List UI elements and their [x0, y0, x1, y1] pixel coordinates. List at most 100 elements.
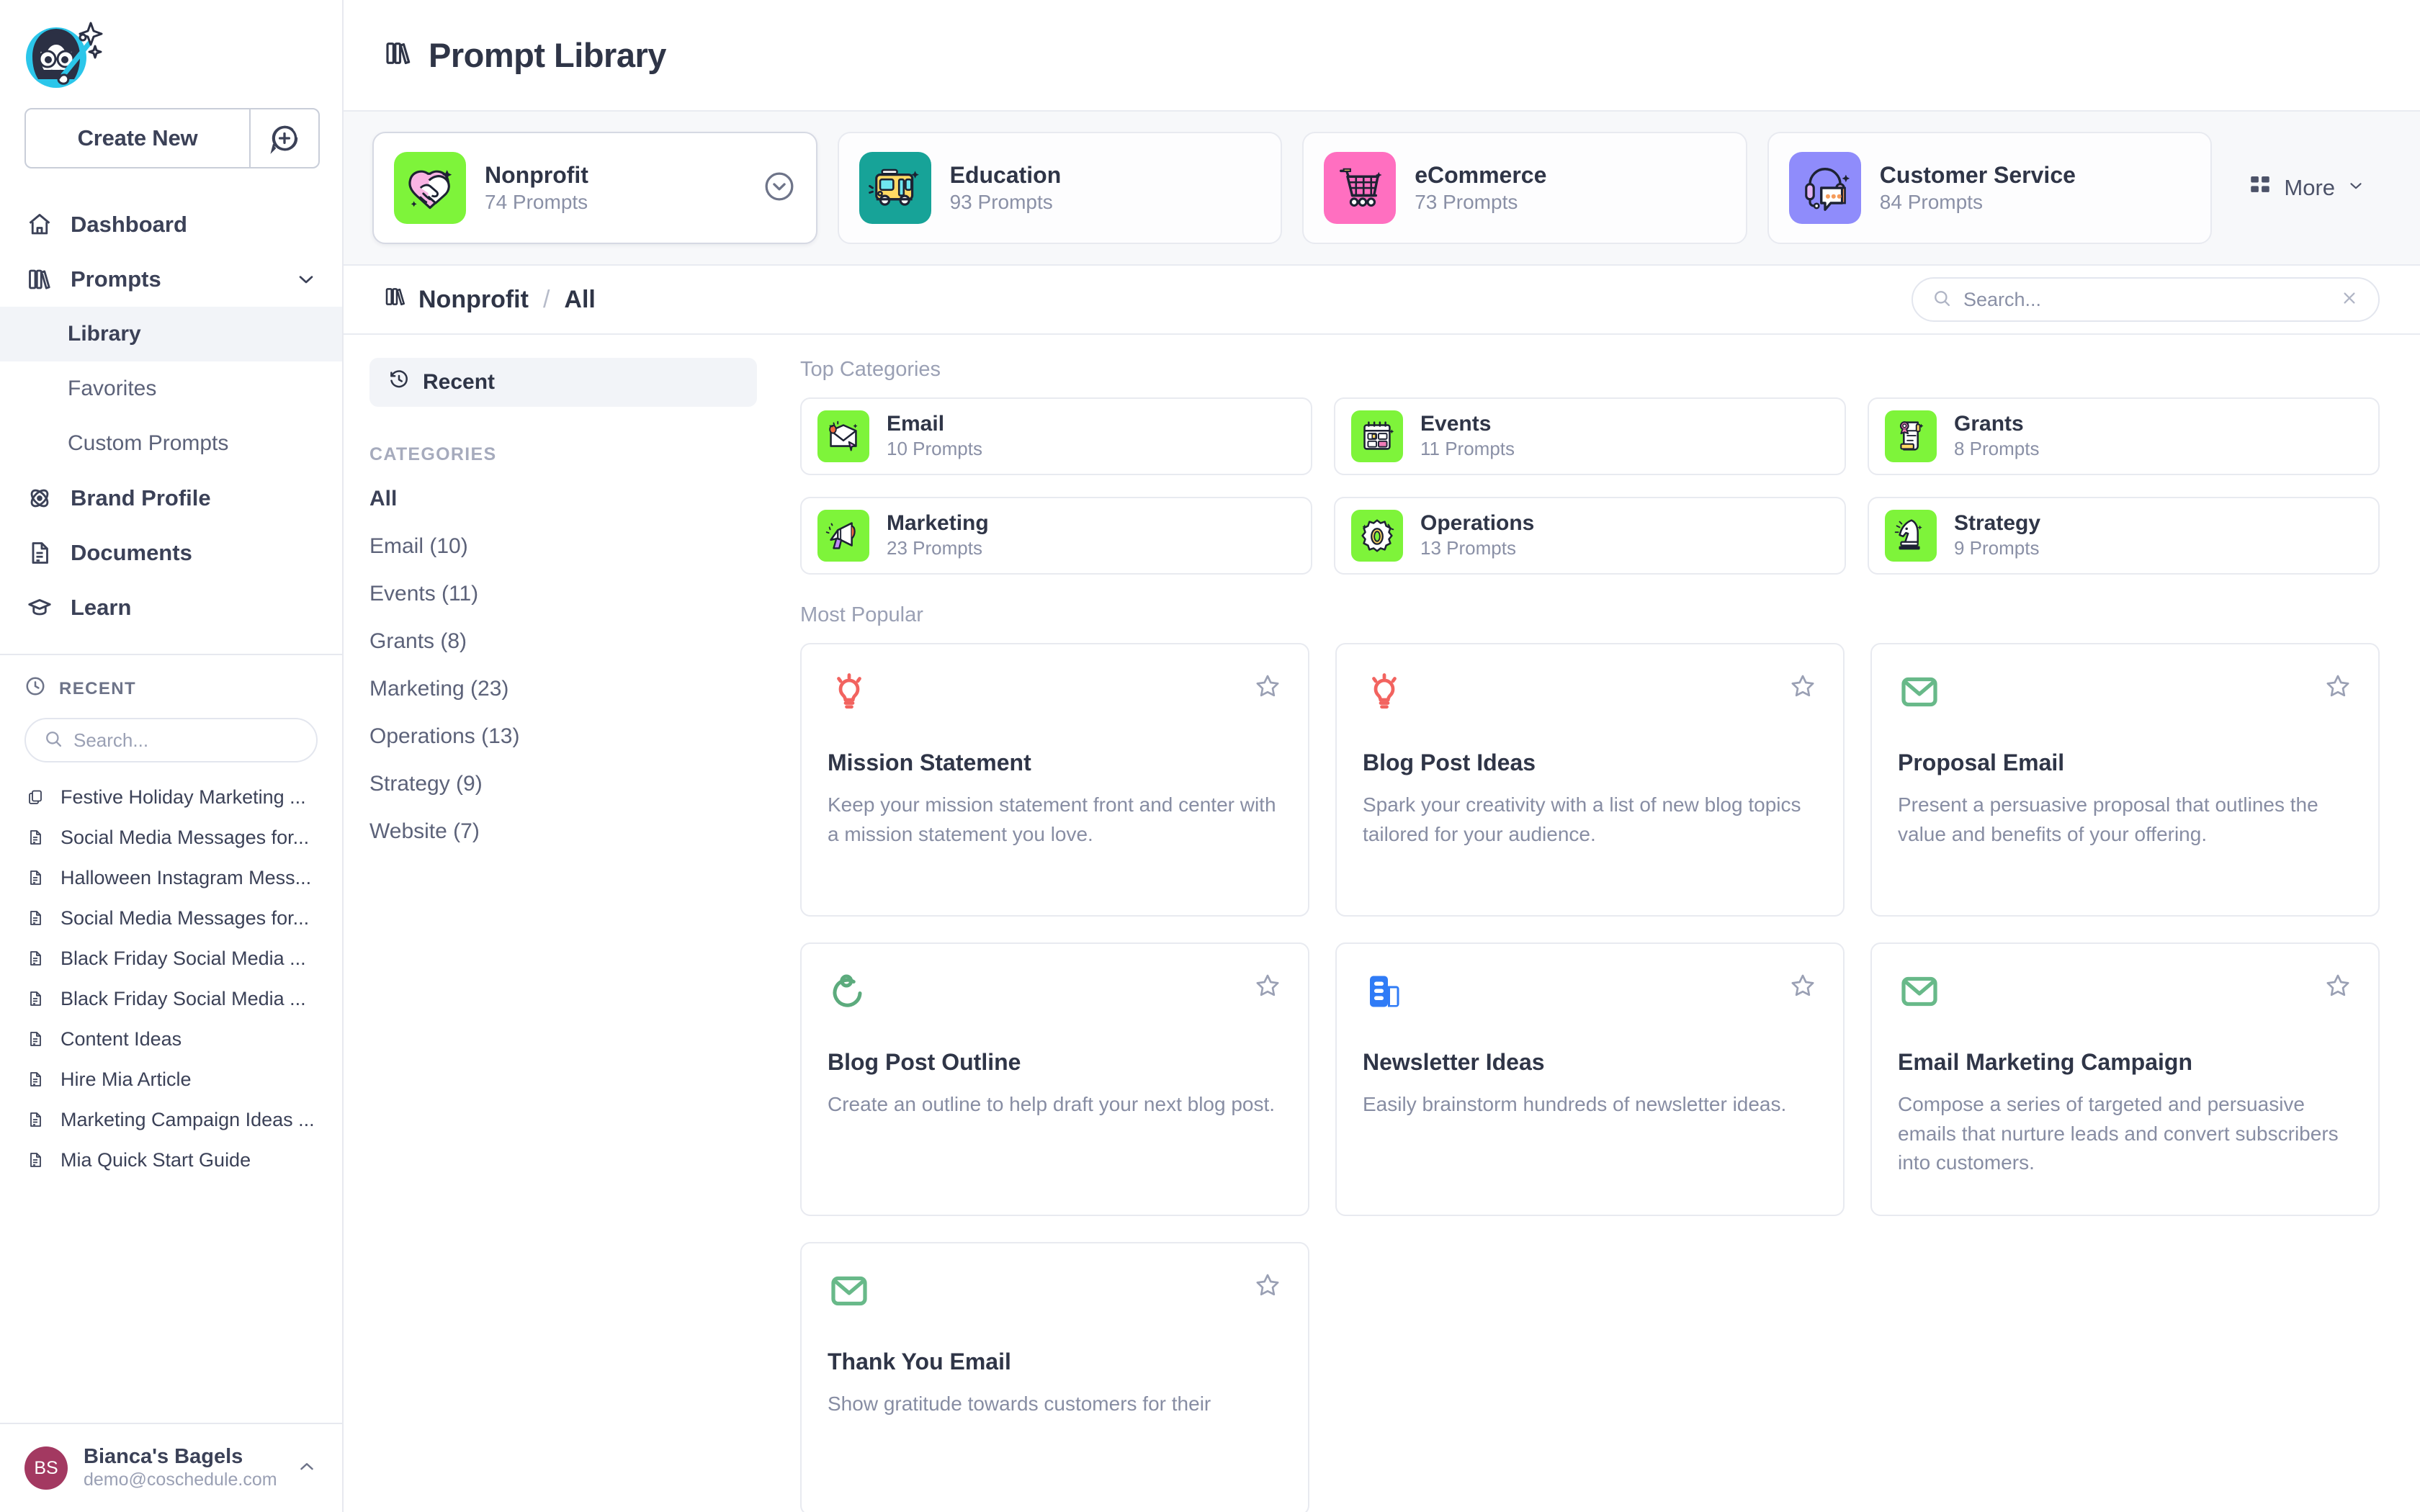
top-category-events[interactable]: Events 11 Prompts [1334, 397, 1846, 475]
sidebar-item-favorites[interactable]: Favorites [0, 361, 342, 416]
star-outline-icon[interactable] [1253, 1271, 1282, 1303]
recent-item-label: Social Media Messages for... [60, 827, 309, 849]
category-link-marketing[interactable]: Marketing (23) [369, 665, 757, 713]
chevron-down-circle-icon[interactable] [763, 170, 796, 207]
recent-list-item[interactable]: Content Ideas [0, 1019, 342, 1059]
chat-plus-icon[interactable] [249, 109, 318, 167]
star-outline-icon[interactable] [1788, 971, 1817, 1004]
sidebar-item-library[interactable]: Library [0, 307, 342, 361]
top-category-grants[interactable]: Grants 8 Prompts [1868, 397, 2380, 475]
top-category-operations[interactable]: Operations 13 Prompts [1334, 497, 1846, 575]
sidebar-item-documents[interactable]: Documents [0, 526, 342, 580]
atom-icon [24, 485, 55, 511]
prompt-card-blog-post-outline[interactable]: Blog Post Outline Create an outline to h… [800, 942, 1309, 1216]
top-category-name: Events [1420, 411, 1515, 438]
recent-list-item[interactable]: Festive Holiday Marketing ... [0, 777, 342, 817]
recent-list-item[interactable]: Social Media Messages for... [0, 817, 342, 858]
top-category-email[interactable]: Email 10 Prompts [800, 397, 1312, 475]
recent-list-item[interactable]: Social Media Messages for... [0, 898, 342, 938]
recent-list-item[interactable]: Halloween Instagram Mess... [0, 858, 342, 898]
handshake-icon [394, 152, 466, 224]
top-category-marketing[interactable]: Marketing 23 Prompts [800, 497, 1312, 575]
sidebar-search[interactable] [24, 718, 318, 762]
document-icon [24, 909, 46, 927]
star-outline-icon[interactable] [1253, 971, 1282, 1004]
top-category-name: Operations [1420, 510, 1534, 537]
prompt-card-thank-you-email[interactable]: Thank You Email Show gratitude towards c… [800, 1242, 1309, 1512]
document-icon [24, 950, 46, 967]
logo-container [0, 0, 342, 108]
envelope-icon [1898, 970, 2352, 1027]
top-category-count: 9 Prompts [1954, 536, 2040, 561]
star-outline-icon[interactable] [2323, 971, 2352, 1004]
category-link-email[interactable]: Email (10) [369, 523, 757, 570]
category-link-events[interactable]: Events (11) [369, 570, 757, 618]
recent-item-label: Marketing Campaign Ideas ... [60, 1109, 315, 1131]
recent-section-header: RECENT [0, 655, 342, 709]
category-card-text: Education 93 Prompts [950, 161, 1062, 215]
breadcrumb-root[interactable]: Nonprofit [418, 286, 529, 314]
sidebar-item-prompts[interactable]: Prompts [0, 252, 342, 307]
prompt-search-input[interactable] [1963, 289, 2328, 311]
star-outline-icon[interactable] [1253, 672, 1282, 704]
recent-list-item[interactable]: Black Friday Social Media ... [0, 978, 342, 1019]
category-card-text: Customer Service 84 Prompts [1880, 161, 2076, 215]
prompt-card-email-marketing-campaign[interactable]: Email Marketing Campaign Compose a serie… [1870, 942, 2380, 1216]
top-category-text: Marketing 23 Prompts [887, 510, 989, 561]
document-icon [24, 1151, 46, 1169]
sidebar-subitem-label: Custom Prompts [68, 431, 228, 456]
prompt-search[interactable] [1912, 277, 2380, 322]
category-link-label: Email (10) [369, 534, 468, 559]
sidebar-item-label: Documents [71, 540, 192, 566]
category-link-grants[interactable]: Grants (8) [369, 618, 757, 665]
create-new-row: Create New [0, 108, 342, 168]
more-categories-button[interactable]: More [2232, 173, 2391, 203]
create-new-button[interactable]: Create New [24, 108, 320, 168]
star-outline-icon[interactable] [2323, 672, 2352, 704]
prompt-card-blog-post-ideas[interactable]: Blog Post Ideas Spark your creativity wi… [1335, 643, 1845, 917]
sidebar-search-input[interactable] [73, 729, 299, 752]
top-category-strategy[interactable]: Strategy 9 Prompts [1868, 497, 2380, 575]
category-card-customer-service[interactable]: Customer Service 84 Prompts [1767, 132, 2213, 244]
sidebar-item-learn[interactable]: Learn [0, 580, 342, 635]
prompt-card-proposal-email[interactable]: Proposal Email Present a persuasive prop… [1870, 643, 2380, 917]
mia-avatar-logo[interactable] [19, 19, 104, 104]
close-icon[interactable] [2339, 288, 2360, 312]
category-card-name: Customer Service [1880, 161, 2076, 189]
categories-label: CATEGORIES [369, 444, 757, 465]
recent-list-item[interactable]: Hire Mia Article [0, 1059, 342, 1099]
category-links: All Email (10) Events (11) Grants (8) Ma… [369, 475, 757, 855]
chevron-up-icon[interactable] [296, 1456, 318, 1481]
category-link-label: Grants (8) [369, 629, 467, 654]
user-profile[interactable]: BS Bianca's Bagels demo@coschedule.com [0, 1423, 342, 1512]
prompt-card-newsletter-ideas[interactable]: Newsletter Ideas Easily brainstorm hundr… [1335, 942, 1845, 1216]
category-link-operations[interactable]: Operations (13) [369, 713, 757, 760]
recent-list-item[interactable]: Mia Quick Start Guide [0, 1140, 342, 1180]
top-category-text: Operations 13 Prompts [1420, 510, 1534, 561]
recent-filter-button[interactable]: Recent [369, 358, 757, 407]
books-icon [24, 266, 55, 292]
category-link-label: Operations (13) [369, 724, 519, 749]
headset-chat-icon [1789, 152, 1861, 224]
sidebar-item-dashboard[interactable]: Dashboard [0, 197, 342, 252]
megaphone-art-icon [817, 510, 869, 562]
category-card-nonprofit[interactable]: Nonprofit 74 Prompts [372, 132, 817, 244]
envelope-icon [1898, 670, 2352, 728]
prompt-card-mission-statement[interactable]: Mission Statement Keep your mission stat… [800, 643, 1309, 917]
document-icon [24, 990, 46, 1007]
category-link-all[interactable]: All [369, 475, 757, 523]
star-outline-icon[interactable] [1788, 672, 1817, 704]
recent-list-item[interactable]: Marketing Campaign Ideas ... [0, 1099, 342, 1140]
chevron-down-icon[interactable] [295, 268, 318, 291]
recent-list-item[interactable]: Black Friday Social Media ... [0, 938, 342, 978]
category-link-strategy[interactable]: Strategy (9) [369, 760, 757, 808]
category-card-ecommerce[interactable]: eCommerce 73 Prompts [1302, 132, 1747, 244]
gear-art-icon [1351, 510, 1403, 562]
sidebar-item-brand-profile[interactable]: Brand Profile [0, 471, 342, 526]
sidebar-item-custom-prompts[interactable]: Custom Prompts [0, 416, 342, 471]
category-card-education[interactable]: Education 93 Prompts [838, 132, 1283, 244]
prompt-title: Email Marketing Campaign [1898, 1049, 2352, 1076]
category-card-text: eCommerce 73 Prompts [1415, 161, 1546, 215]
graduation-cap-icon [24, 595, 55, 621]
category-link-website[interactable]: Website (7) [369, 808, 757, 855]
